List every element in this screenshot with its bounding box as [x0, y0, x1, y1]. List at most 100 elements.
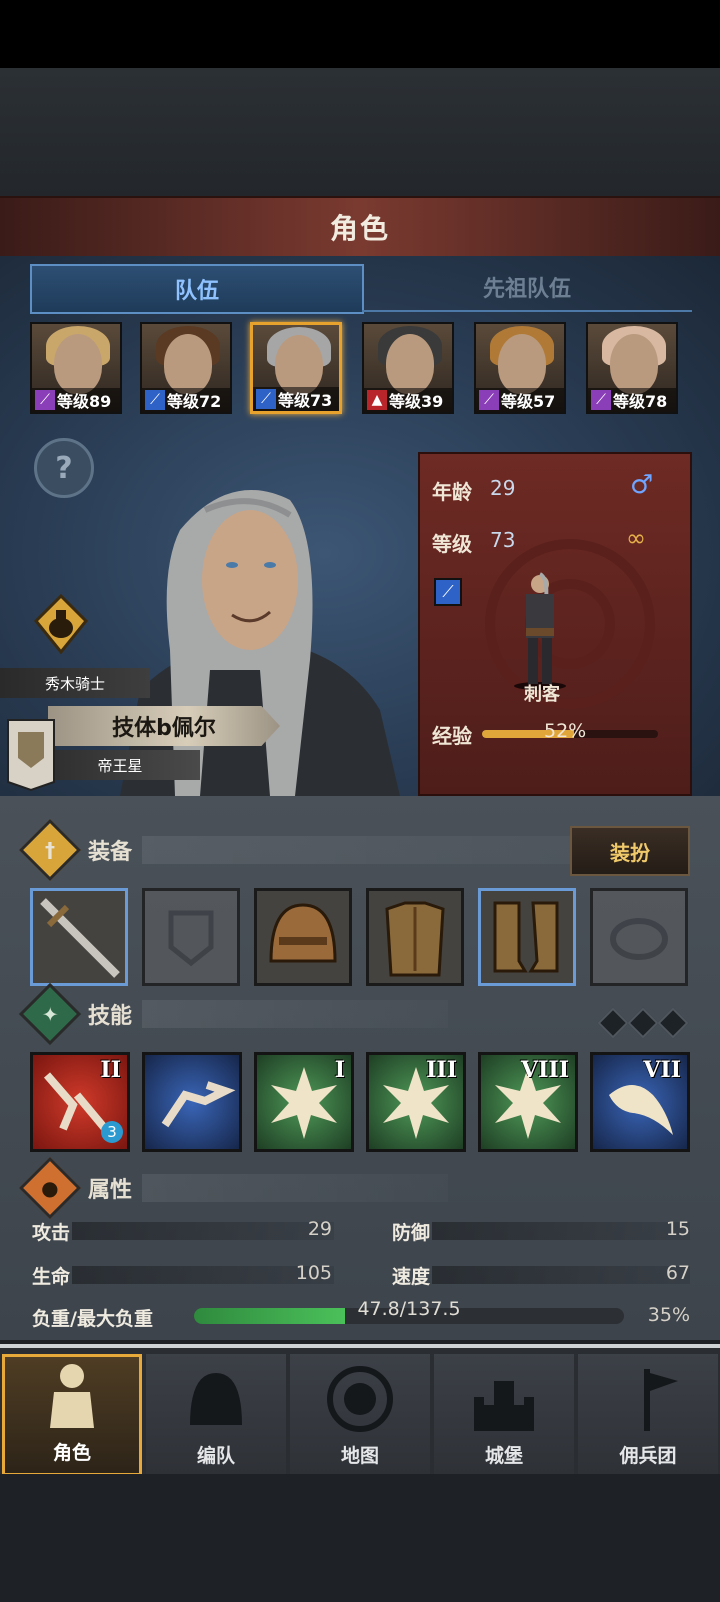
equip-slot-ring[interactable] — [590, 888, 688, 986]
nav-label: 角色 — [52, 1442, 91, 1464]
attack-value: 29 — [307, 1218, 332, 1240]
dagger-icon: ⟋ — [145, 390, 165, 410]
nav-formation[interactable]: 编队 — [146, 1354, 286, 1476]
dress-button[interactable]: 装扮 — [570, 826, 690, 876]
star-icon: ✦ — [18, 982, 82, 1046]
attack-label: 攻击 — [32, 1222, 71, 1244]
portrait-level: ⟋ 等级73 — [253, 387, 339, 411]
ring-icon — [610, 918, 668, 960]
dress-button-label: 装扮 — [610, 840, 650, 865]
nav-character[interactable]: 角色 — [2, 1354, 142, 1476]
skill-slot-1[interactable]: II 3 — [30, 1052, 130, 1152]
shield-icon — [168, 910, 214, 967]
character-info-card: 年龄 29 ♂ 等级 73 ∞ ⟋ 刺客 经验 52% — [418, 452, 692, 796]
skill-slot-2[interactable] — [142, 1052, 242, 1152]
roster-portrait-3-selected[interactable]: ⟋ 等级73 — [250, 322, 342, 414]
portrait-face — [275, 335, 323, 395]
class-name: 刺客 — [524, 684, 560, 705]
defense-value: 15 — [665, 1218, 690, 1240]
nav-label: 佣兵团 — [619, 1445, 677, 1467]
header-background — [0, 68, 720, 196]
speed-label: 速度 — [392, 1266, 431, 1288]
load-percent: 35% — [647, 1304, 690, 1326]
helmet-icon — [190, 1373, 242, 1425]
nav-castle[interactable]: 城堡 — [434, 1354, 574, 1476]
knot-emblem-icon — [485, 539, 655, 709]
skills-header: ✦ 技能 — [18, 982, 448, 1046]
portrait-face — [610, 334, 658, 394]
equip-slot-helmet[interactable] — [254, 888, 352, 986]
equipment-label: 装备 — [88, 840, 133, 865]
beast-icon: ▲ — [367, 390, 387, 410]
title-bar: 角色 — [0, 196, 720, 258]
portrait-face — [386, 334, 434, 394]
portrait-face — [54, 334, 102, 394]
equip-slot-shield[interactable] — [142, 888, 240, 986]
portrait-face — [498, 334, 546, 394]
skill-slot-5[interactable]: VIII — [478, 1052, 578, 1152]
skill-rank: VII — [643, 1057, 681, 1083]
knight-icon — [50, 1364, 94, 1428]
helmet-icon — [269, 903, 337, 963]
roster-portrait-5[interactable]: ⟋ 等级57 — [474, 322, 566, 414]
roster-portrait-2[interactable]: ⟋ 等级72 — [140, 322, 232, 414]
banner-icon — [644, 1369, 678, 1431]
page-title: 角色 — [329, 212, 390, 245]
dash-skill-icon — [161, 1081, 236, 1128]
skill-rank: VIII — [521, 1057, 569, 1083]
roster-portrait-6[interactable]: ⟋ 等级78 — [586, 322, 678, 414]
age-value: 29 — [490, 476, 516, 500]
divider — [142, 1174, 448, 1202]
male-icon: ♂ — [630, 470, 654, 500]
compass-icon — [327, 1366, 393, 1432]
assassin-figure — [514, 572, 566, 690]
equip-slot-weapon[interactable] — [30, 888, 128, 986]
equip-slot-armor[interactable] — [366, 888, 464, 986]
age-label: 年龄 — [432, 480, 472, 504]
hero-star-text: 帝王星 — [97, 756, 143, 775]
exp-label: 经验 — [432, 724, 472, 748]
skill-slot-3[interactable]: I — [254, 1052, 354, 1152]
portrait-face — [164, 334, 212, 394]
staff-icon: ⟋ — [35, 390, 55, 410]
portrait-level-text: 等级57 — [501, 392, 556, 411]
bottom-nav: 角色 编队 地图 城堡 佣兵团 — [0, 1344, 720, 1478]
skill-slot-6[interactable]: VII — [590, 1052, 690, 1152]
hp-label: 生命 — [32, 1266, 71, 1288]
hero-name: 技体b佩尔 — [112, 716, 216, 741]
nav-map[interactable]: 地图 — [290, 1354, 430, 1476]
staff-icon: ⟋ — [479, 390, 499, 410]
nav-label: 编队 — [196, 1445, 235, 1467]
roster-portrait-1[interactable]: ⟋ 等级89 — [30, 322, 122, 414]
speed-value: 67 — [665, 1262, 690, 1284]
attributes-header: ● 属性 — [18, 1156, 448, 1220]
boots-icon — [493, 901, 559, 973]
portrait-level: ⟋ 等级72 — [142, 388, 230, 412]
skill-slot-4[interactable]: III — [366, 1052, 466, 1152]
load-label: 负重/最大负重 — [32, 1308, 153, 1330]
status-bar — [0, 0, 720, 68]
nav-label: 城堡 — [484, 1445, 523, 1467]
hero-star: 帝王星 — [40, 750, 200, 780]
portrait-level: ⟋ 等级57 — [476, 388, 564, 412]
castle-icon — [474, 1381, 534, 1431]
potion-icon[interactable] — [34, 594, 88, 654]
help-button[interactable]: ? — [34, 438, 94, 498]
equip-slot-boots[interactable] — [478, 888, 576, 986]
portrait-level-text: 等级78 — [613, 392, 668, 411]
load-value: 47.8/137.5 — [357, 1298, 461, 1320]
tab-ancestor-team[interactable]: 先祖队伍 — [362, 264, 692, 312]
tab-team[interactable]: 队伍 — [30, 264, 364, 314]
hero-name-banner: 技体b佩尔 — [48, 706, 280, 746]
hero-subtitle-text: 秀木骑士 — [44, 674, 105, 693]
hero-subtitle: 秀木骑士 — [0, 668, 150, 698]
dagger-icon: ⟋ — [434, 578, 462, 606]
portrait-level-text: 等级39 — [389, 392, 444, 411]
bottom-area — [0, 1474, 720, 1602]
nav-label: 地图 — [340, 1445, 379, 1467]
skill-rank: III — [426, 1057, 457, 1083]
roster-portrait-4[interactable]: ▲ 等级39 — [362, 322, 454, 414]
nav-mercenary[interactable]: 佣兵团 — [578, 1354, 718, 1476]
sword-icon — [40, 898, 120, 978]
skill-badge: 3 — [101, 1121, 123, 1143]
